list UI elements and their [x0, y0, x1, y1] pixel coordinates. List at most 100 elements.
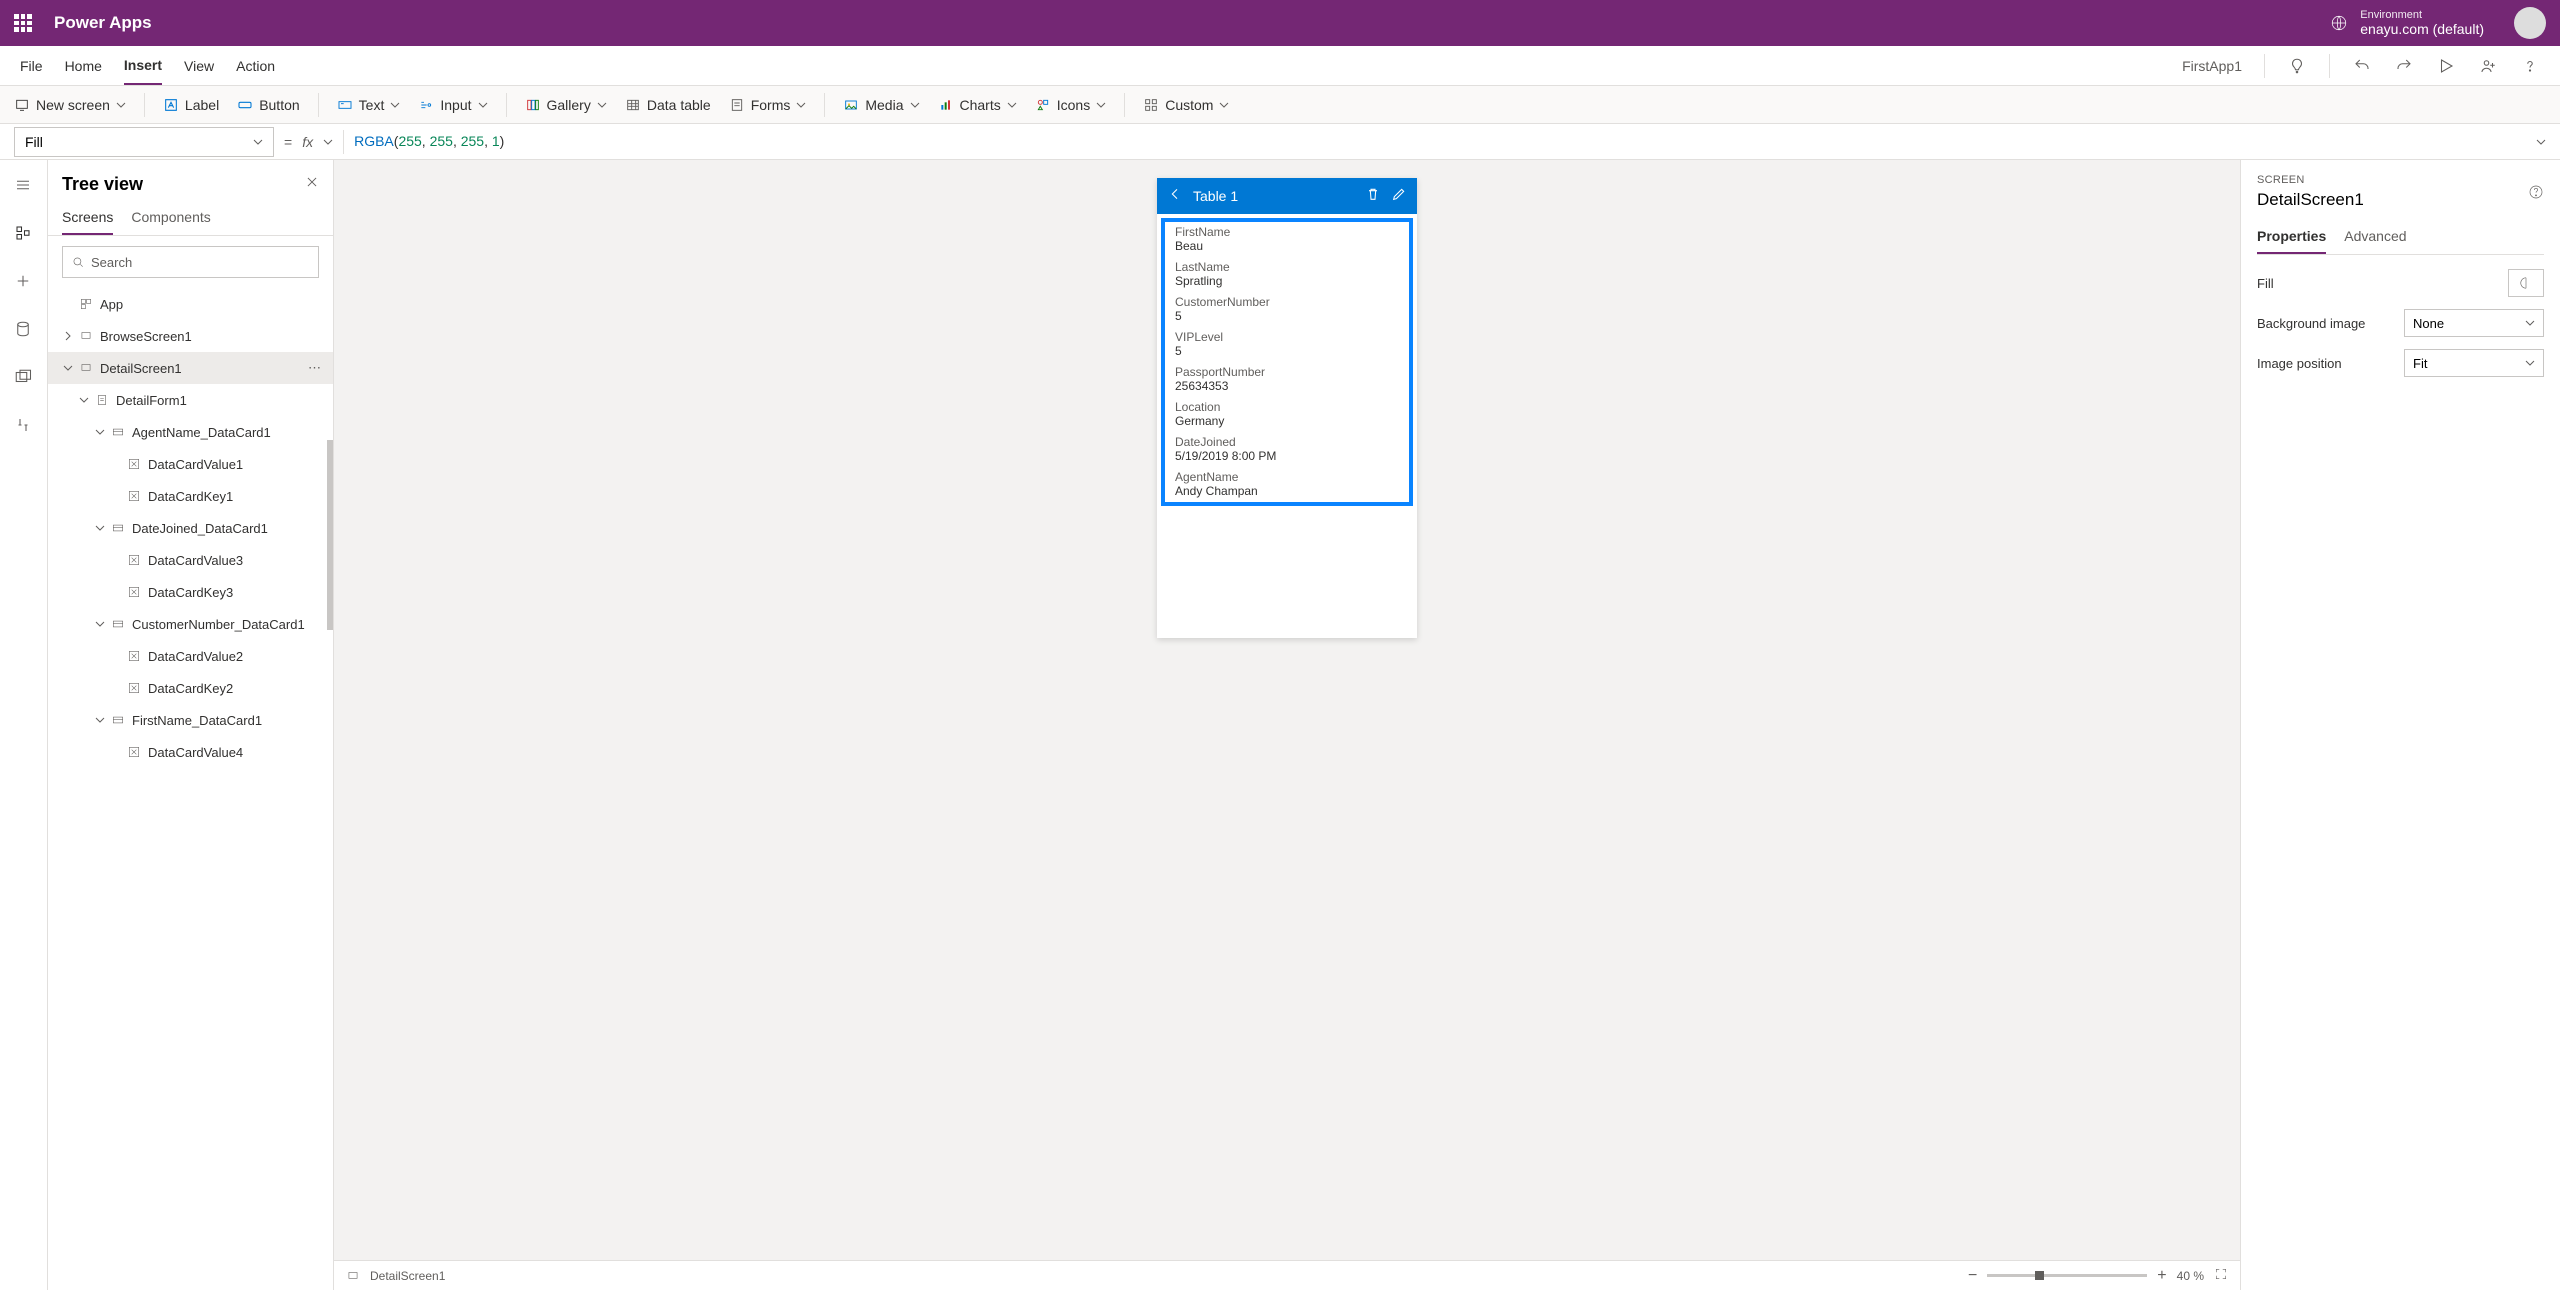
scrollbar[interactable] — [327, 440, 333, 630]
chevron-down-icon — [116, 100, 126, 110]
canvas-screen[interactable]: Table 1 FirstNameBeauLastNameSpratlingCu… — [1157, 178, 1417, 638]
prop-fill-control[interactable] — [2508, 269, 2544, 297]
zoom-slider[interactable] — [1987, 1274, 2147, 1277]
formula-input[interactable]: RGBA(255, 255, 255, 1) — [354, 133, 2526, 150]
chevron-down-icon — [1007, 100, 1017, 110]
props-section-label: SCREEN — [2257, 174, 2544, 186]
tree-item[interactable]: FirstName_DataCard1 — [48, 704, 333, 736]
menu-file[interactable]: File — [20, 48, 43, 84]
help-icon[interactable] — [2520, 56, 2540, 76]
expand-icon[interactable] — [94, 523, 106, 533]
delete-icon[interactable] — [1365, 186, 1381, 207]
insert-rail-icon[interactable] — [14, 272, 34, 292]
redo-icon[interactable] — [2394, 56, 2414, 76]
tree-item[interactable]: DataCardValue1 — [48, 448, 333, 480]
tree-item[interactable]: BrowseScreen1 — [48, 320, 333, 352]
hamburger-icon[interactable] — [14, 176, 34, 196]
tree-item[interactable]: DataCardValue2 — [48, 640, 333, 672]
close-icon[interactable] — [305, 175, 319, 194]
field-key: Location — [1165, 397, 1409, 414]
tree-item[interactable]: CustomerNumber_DataCard1 — [48, 608, 333, 640]
button-button[interactable]: Button — [237, 97, 299, 113]
data-icon[interactable] — [14, 320, 34, 340]
forms-button[interactable]: Forms — [729, 97, 807, 113]
media-button[interactable]: Media — [843, 97, 919, 113]
environment-picker[interactable]: Environment enayu.com (default) — [2330, 9, 2484, 37]
icons-button[interactable]: Icons — [1035, 97, 1106, 113]
input-button[interactable]: Input — [418, 97, 487, 113]
zoom-out-icon[interactable]: − — [1968, 1267, 1977, 1285]
screen-icon — [78, 361, 94, 375]
app-checker-icon[interactable] — [2287, 56, 2307, 76]
tree-item-label: DetailScreen1 — [100, 361, 182, 376]
text-button[interactable]: Text — [337, 97, 401, 113]
prop-bgimage-label: Background image — [2257, 316, 2365, 331]
product-name: Power Apps — [54, 13, 152, 33]
expand-icon[interactable] — [62, 331, 74, 341]
label-icon — [163, 97, 179, 113]
tree-item[interactable]: DataCardValue3 — [48, 544, 333, 576]
tools-icon[interactable] — [14, 416, 34, 436]
data-table-button[interactable]: Data table — [625, 97, 711, 113]
tree-item-label: DetailForm1 — [116, 393, 187, 408]
custom-button[interactable]: Custom — [1143, 97, 1229, 113]
tab-advanced[interactable]: Advanced — [2344, 220, 2406, 254]
fit-to-window-icon[interactable] — [2214, 1267, 2228, 1284]
expand-icon[interactable] — [94, 715, 106, 725]
field-key: LastName — [1165, 257, 1409, 274]
app-name: FirstApp1 — [2182, 58, 2242, 74]
detail-form[interactable]: FirstNameBeauLastNameSpratlingCustomerNu… — [1161, 218, 1413, 506]
menu-home[interactable]: Home — [65, 48, 102, 84]
search-input[interactable]: Search — [62, 246, 319, 278]
more-icon[interactable]: ⋯ — [308, 360, 323, 376]
tree-item[interactable]: DateJoined_DataCard1 — [48, 512, 333, 544]
gallery-button[interactable]: Gallery — [525, 97, 607, 113]
field-value: Beau — [1165, 239, 1409, 257]
tree-item[interactable]: DataCardValue4 — [48, 736, 333, 768]
menu-action[interactable]: Action — [236, 48, 275, 84]
menu-view[interactable]: View — [184, 48, 214, 84]
menu-insert[interactable]: Insert — [124, 47, 162, 85]
tree-item[interactable]: DetailScreen1 ⋯ — [48, 352, 333, 384]
back-icon[interactable] — [1167, 186, 1183, 207]
tree-item[interactable]: App — [48, 288, 333, 320]
media-icon — [843, 97, 859, 113]
property-selector[interactable]: Fill — [14, 127, 274, 157]
expand-icon[interactable] — [78, 395, 90, 405]
tree-item[interactable]: DataCardKey1 — [48, 480, 333, 512]
gallery-icon — [525, 97, 541, 113]
expand-icon[interactable] — [94, 619, 106, 629]
prop-bgimage-select[interactable]: None — [2404, 309, 2544, 337]
tab-components[interactable]: Components — [131, 201, 210, 235]
prop-imgpos-select[interactable]: Fit — [2404, 349, 2544, 377]
undo-icon[interactable] — [2352, 56, 2372, 76]
expand-icon[interactable] — [62, 363, 74, 373]
chevron-down-icon — [253, 137, 263, 147]
expand-formula-icon[interactable] — [2536, 134, 2546, 150]
field-value: 5/19/2019 8:00 PM — [1165, 449, 1409, 467]
fx-icon: fx — [302, 134, 313, 150]
new-screen-button[interactable]: New screen — [14, 97, 126, 113]
expand-icon[interactable] — [94, 427, 106, 437]
form-icon — [94, 393, 110, 407]
label-button[interactable]: Label — [163, 97, 219, 113]
zoom-in-icon[interactable]: + — [2157, 1267, 2166, 1285]
media-rail-icon[interactable] — [14, 368, 34, 388]
charts-button[interactable]: Charts — [938, 97, 1017, 113]
tab-screens[interactable]: Screens — [62, 201, 113, 235]
card-icon — [110, 713, 126, 727]
tree-item[interactable]: DataCardKey2 — [48, 672, 333, 704]
tree-item[interactable]: DetailForm1 — [48, 384, 333, 416]
app-launcher-icon[interactable] — [14, 14, 32, 32]
field-key: AgentName — [1165, 467, 1409, 484]
tree-view-icon[interactable] — [14, 224, 34, 244]
play-icon[interactable] — [2436, 56, 2456, 76]
share-icon[interactable] — [2478, 56, 2498, 76]
help-icon[interactable] — [2528, 184, 2544, 205]
tree-item[interactable]: AgentName_DataCard1 — [48, 416, 333, 448]
edit-icon[interactable] — [1391, 186, 1407, 207]
user-avatar[interactable] — [2514, 7, 2546, 39]
tree-item[interactable]: DataCardKey3 — [48, 576, 333, 608]
tab-properties[interactable]: Properties — [2257, 220, 2326, 254]
card-icon — [110, 617, 126, 631]
